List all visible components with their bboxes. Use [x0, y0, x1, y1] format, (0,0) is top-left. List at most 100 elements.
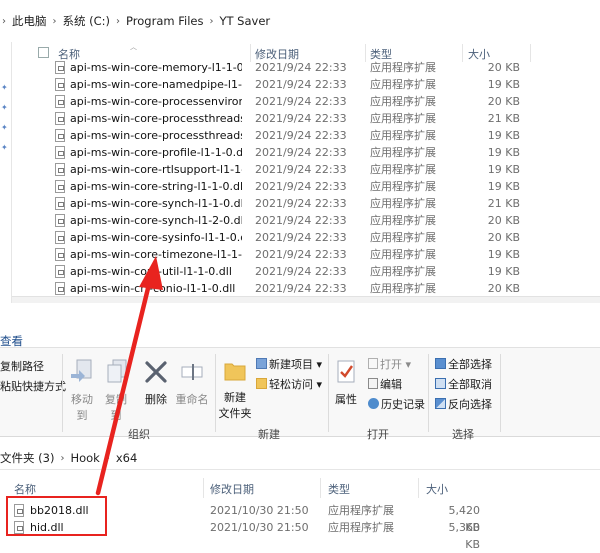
file-size: 21 KB [487, 112, 520, 125]
divider [0, 469, 600, 470]
file-size: 5,360 KB [448, 521, 481, 551]
invert-selection-icon [435, 398, 446, 409]
table-row[interactable]: api-ms-win-core-timezone-l1-1-0.dll 2021/… [0, 246, 600, 263]
breadcrumb-bottom: 文件夹 (3) › Hook › x64 [0, 447, 600, 469]
ribbon-tabs: 查看 [0, 303, 600, 348]
horizontal-scrollbar[interactable] [12, 296, 600, 303]
group-label-open: 打开 [367, 428, 389, 441]
column-header-size[interactable]: 大小 [426, 481, 448, 497]
history-icon [368, 398, 379, 409]
dll-file-icon [55, 95, 65, 108]
file-date: 2021/9/24 22:33 [255, 265, 347, 278]
dll-file-icon [55, 214, 65, 227]
breadcrumb-item-folder[interactable]: 文件夹 (3) [0, 450, 57, 466]
properties-button[interactable]: 属性 [332, 358, 360, 407]
new-folder-button[interactable]: 新建 文件夹 [218, 356, 252, 421]
chevron-right-icon: › [52, 15, 57, 27]
history-button[interactable]: 历史记录 [368, 396, 425, 412]
file-type: 应用程序扩展 [370, 112, 436, 125]
copy-to-label: 复制到 [105, 393, 127, 422]
file-type: 应用程序扩展 [370, 180, 436, 193]
file-name: api-ms-win-core-util-l1-1-0.dll [70, 265, 232, 278]
file-date: 2021/9/24 22:33 [255, 282, 347, 295]
dll-file-icon [55, 265, 65, 278]
file-size: 20 KB [487, 95, 520, 108]
select-all-button[interactable]: 全部选择 [435, 356, 492, 372]
column-divider [418, 478, 419, 498]
table-row[interactable]: api-ms-win-core-synch-l1-2-0.dll 2021/9/2… [0, 212, 600, 229]
table-row[interactable]: api-ms-win-core-synch-l1-1-0.dll 2021/9/2… [0, 195, 600, 212]
edit-label: 编辑 [380, 378, 402, 391]
rename-button[interactable]: 重命名 [172, 358, 212, 407]
ribbon-toolbar: 复制路径 粘贴快捷方式 移动到 复制到 删除 重命名 组织 新建 文件夹 新建项… [0, 347, 600, 441]
group-divider [215, 354, 216, 432]
copy-path-button[interactable]: 复制路径 [0, 358, 44, 374]
breadcrumb-item-program-files[interactable]: Program Files [122, 14, 207, 28]
file-date: 2021/9/24 22:33 [255, 248, 347, 261]
table-row[interactable]: api-ms-win-core-rtlsupport-l1-1-0... 2021… [0, 161, 600, 178]
delete-label: 删除 [145, 393, 167, 406]
new-folder-label-line2: 文件夹 [218, 407, 252, 420]
group-label-select: 选择 [452, 428, 474, 441]
dll-file-icon [55, 61, 65, 74]
column-header-date[interactable]: 修改日期 [210, 481, 254, 497]
file-date: 2021/9/24 22:33 [255, 146, 347, 159]
file-size: 19 KB [487, 146, 520, 159]
new-item-menu[interactable]: 新建项目 ▾ [256, 356, 322, 372]
file-date: 2021/10/30 21:50 [210, 521, 309, 534]
breadcrumb-item-drive-c[interactable]: 系统 (C:) [59, 13, 115, 29]
file-type: 应用程序扩展 [370, 265, 436, 278]
file-type: 应用程序扩展 [370, 282, 436, 295]
file-name: api-ms-win-core-timezone-l1-1-0.dll [70, 248, 242, 261]
file-date: 2021/9/24 22:33 [255, 214, 347, 227]
table-row[interactable]: api-ms-win-core-util-l1-1-0.dll 2021/9/24… [0, 263, 600, 280]
table-row[interactable]: api-ms-win-core-memory-l1-1-0.dll 2021/9/… [0, 60, 600, 76]
copy-to-button[interactable]: 复制到 [100, 358, 132, 423]
table-row[interactable]: api-ms-win-core-namedpipe-l1-1-... 2021/9… [0, 76, 600, 93]
group-divider [428, 354, 429, 432]
file-size: 19 KB [487, 248, 520, 261]
column-header-type[interactable]: 类型 [328, 481, 350, 497]
table-row[interactable]: api-ms-win-core-sysinfo-l1-1-0.dll 2021/9… [0, 229, 600, 246]
breadcrumb-item-hook[interactable]: Hook [67, 451, 102, 465]
file-name: api-ms-win-core-synch-l1-2-0.dll [70, 214, 242, 227]
file-name: api-ms-win-core-processenvironm... [70, 95, 242, 108]
file-date: 2021/9/24 22:33 [255, 112, 347, 125]
file-type: 应用程序扩展 [370, 61, 436, 74]
dll-file-icon [55, 282, 65, 295]
select-all-checkbox[interactable] [38, 47, 49, 58]
invert-selection-button[interactable]: 反向选择 [435, 396, 492, 412]
easy-access-icon [256, 378, 267, 389]
column-divider [203, 478, 204, 498]
table-row[interactable]: api-ms-win-crt-conio-l1-1-0.dll 2021/9/24… [0, 280, 600, 297]
edit-button[interactable]: 编辑 [368, 376, 402, 392]
file-type: 应用程序扩展 [370, 248, 436, 261]
table-row[interactable]: api-ms-win-core-string-l1-1-0.dll 2021/9/… [0, 178, 600, 195]
edit-icon [368, 378, 378, 389]
table-row[interactable]: api-ms-win-core-processenvironm... 2021/9… [0, 93, 600, 110]
copy-to-icon [107, 359, 127, 383]
breadcrumb-item-this-pc[interactable]: 此电脑 [8, 13, 51, 29]
open-menu[interactable]: 打开 ▾ [368, 356, 411, 372]
select-all-label: 全部选择 [448, 358, 492, 371]
properties-check-icon [337, 360, 355, 383]
table-row[interactable]: api-ms-win-core-profile-l1-1-0.dll 2021/9… [0, 144, 600, 161]
delete-button[interactable]: 删除 [142, 358, 170, 407]
move-to-button[interactable]: 移动到 [66, 358, 98, 423]
table-row[interactable]: api-ms-win-core-processthreads-l... 2021/… [0, 110, 600, 127]
easy-access-menu[interactable]: 轻松访问 ▾ [256, 376, 322, 392]
move-to-label: 移动到 [71, 393, 93, 422]
open-label: 打开 ▾ [380, 358, 412, 371]
file-name: api-ms-win-core-sysinfo-l1-1-0.dll [70, 231, 242, 244]
properties-label: 属性 [335, 393, 357, 406]
breadcrumb-item-x64[interactable]: x64 [113, 451, 140, 465]
file-type: 应用程序扩展 [328, 521, 394, 534]
table-row[interactable]: api-ms-win-core-processthreads-l... 2021/… [0, 127, 600, 144]
breadcrumb-item-yt-saver[interactable]: YT Saver [215, 14, 274, 28]
paste-shortcut-button[interactable]: 粘贴快捷方式 [0, 378, 66, 394]
file-name: api-ms-win-crt-conio-l1-1-0.dll [70, 282, 236, 295]
select-none-button[interactable]: 全部取消 [435, 376, 492, 392]
delete-x-icon [145, 361, 167, 383]
new-item-icon [256, 358, 267, 369]
column-header-name[interactable]: 名称 [14, 481, 36, 497]
